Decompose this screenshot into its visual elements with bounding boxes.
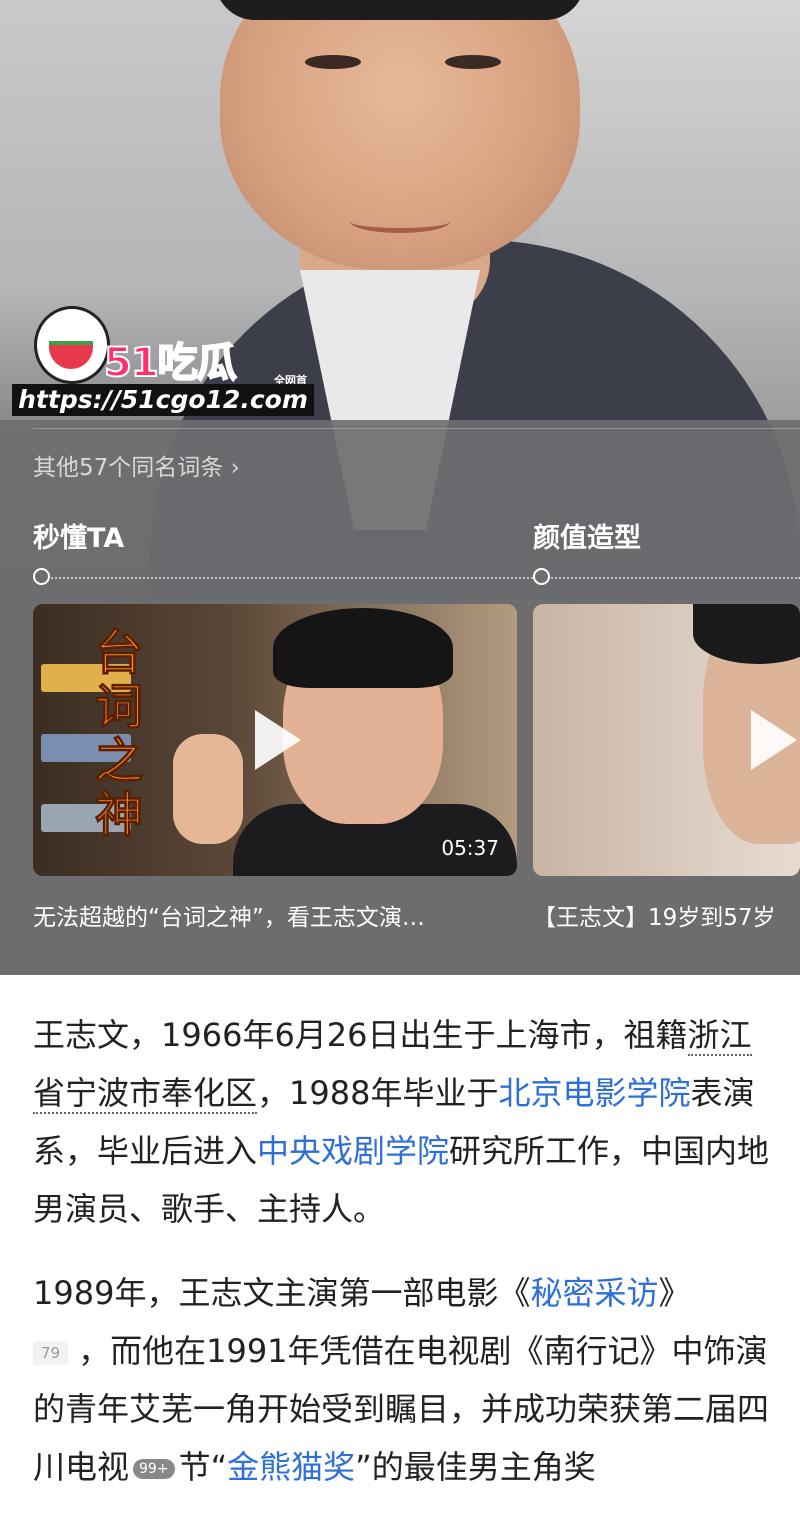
article-body: 王志文，1966年6月26日出生于上海市，祖籍浙江省宁波市奉化区，1988年毕业… <box>33 1006 773 1522</box>
timeline-line <box>40 577 800 579</box>
video-poster-title: 台词之神 <box>94 625 143 843</box>
link-beijing-film-academy[interactable]: 北京电影学院 <box>498 1074 690 1112</box>
text: 》 <box>658 1274 691 1312</box>
actor-hand <box>173 734 243 844</box>
video-duration: 05:37 <box>441 836 499 860</box>
divider <box>33 428 800 429</box>
link-award[interactable]: 金熊猫奖 <box>227 1448 355 1486</box>
play-icon[interactable] <box>255 710 301 770</box>
text: 王志文，1966年6月26日出生于上海市，祖籍 <box>33 1016 688 1054</box>
link-central-academy-drama[interactable]: 中央戏剧学院 <box>257 1132 449 1170</box>
portrait-mouth <box>350 210 450 233</box>
section-tab-looks[interactable]: 颜值造型 <box>533 516 641 555</box>
actor-hair <box>273 608 453 688</box>
hero-banner: 51吃瓜 全网首发 https://51cgo12.com 其他57个同名词条 … <box>0 0 800 975</box>
timeline-dot <box>533 568 550 585</box>
watermark-url: https://51cgo12.com <box>12 384 314 416</box>
comment-count-badge[interactable]: 99+ <box>133 1459 175 1479</box>
watermark-mascot-icon <box>34 306 110 384</box>
video-caption[interactable]: 【王志文】19岁到57岁 <box>533 898 776 932</box>
other-entries-link[interactable]: 其他57个同名词条 › <box>33 448 240 482</box>
reference-marker[interactable]: 79 <box>33 1341 69 1365</box>
text: 1989年，王志文主演第一部电影《 <box>33 1274 531 1312</box>
video-caption[interactable]: 无法超越的“台词之神”，看王志文演… <box>33 898 425 932</box>
text: 节“ <box>178 1448 228 1486</box>
text: ，1988年毕业于 <box>257 1074 499 1112</box>
portrait-hair <box>215 0 585 20</box>
paragraph: 王志文，1966年6月26日出生于上海市，祖籍浙江省宁波市奉化区，1988年毕业… <box>33 1006 773 1238</box>
play-icon[interactable] <box>751 710 797 770</box>
video-card[interactable]: 台词之神 05:37 <box>33 604 517 876</box>
section-tab-quick-view[interactable]: 秒懂TA <box>33 516 124 555</box>
video-card[interactable] <box>533 604 800 876</box>
link-movie[interactable]: 秘密采访 <box>530 1274 658 1312</box>
portrait-eye-left <box>305 55 361 69</box>
watermark: 51吃瓜 全网首发 https://51cgo12.com <box>12 306 314 418</box>
watermark-brand: 51吃瓜 <box>103 339 238 387</box>
portrait-eye-right <box>445 55 501 69</box>
text: ”的最佳男主角奖 <box>355 1448 596 1486</box>
paragraph: 1989年，王志文主演第一部电影《秘密采访》 79 ，而他在1991年凭借在电视剧《… <box>33 1264 773 1496</box>
timeline-dot <box>33 568 50 585</box>
